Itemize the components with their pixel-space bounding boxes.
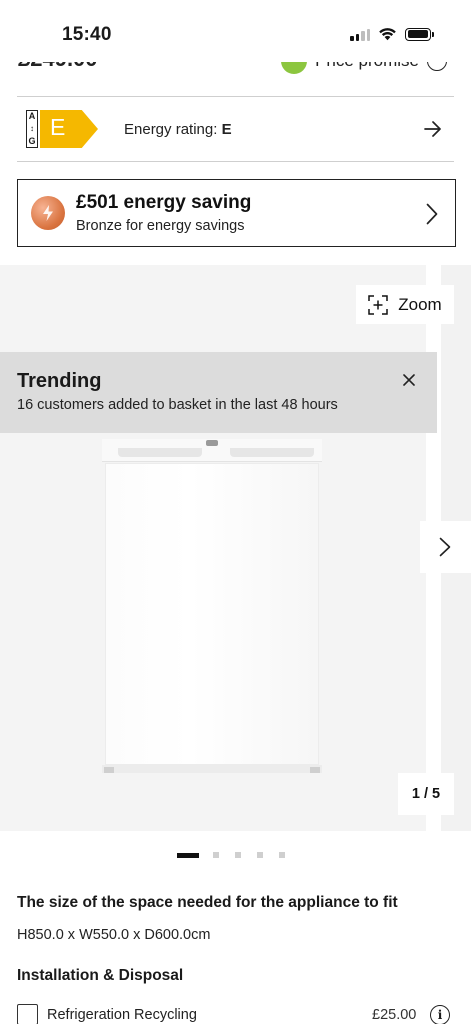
energy-rating-value: E <box>221 120 232 138</box>
energy-rating-row[interactable]: A ↕ G E Energy rating: E <box>17 97 454 161</box>
energy-scale: A ↕ G <box>26 110 38 148</box>
zoom-icon <box>368 294 389 315</box>
pagination-dot-2[interactable] <box>213 852 219 858</box>
pagination-dot-1[interactable] <box>177 852 199 858</box>
energy-saving-text: £501 energy saving Bronze for energy sav… <box>76 192 251 234</box>
image-counter: 1 / 5 <box>398 773 454 815</box>
arrow-right-icon[interactable] <box>424 119 442 139</box>
energy-rating-caption: Energy rating: <box>124 120 222 138</box>
recycling-checkbox[interactable] <box>17 1004 38 1024</box>
energy-saving-subtitle: Bronze for energy savings <box>76 218 245 234</box>
trending-message: 16 customers added to basket in the last… <box>17 397 338 413</box>
appliance-size-title: The size of the space needed for the app… <box>17 894 398 911</box>
zoom-button[interactable]: Zoom <box>356 285 454 324</box>
lightning-bolt-icon <box>31 196 65 230</box>
gallery-pagination <box>177 852 285 858</box>
battery-icon <box>405 27 434 41</box>
close-icon[interactable] <box>400 371 418 389</box>
trending-title: Trending <box>17 370 102 392</box>
energy-rating-text: Energy rating: E <box>124 121 232 138</box>
energy-saving-card[interactable]: £501 energy saving Bronze for energy sav… <box>17 179 456 247</box>
status-time: 15:40 <box>62 24 112 45</box>
info-icon[interactable]: i <box>430 1005 450 1024</box>
energy-scale-top: A <box>28 111 36 121</box>
chevron-right-icon <box>439 537 451 557</box>
trending-banner: Trending 16 customers added to basket in… <box>0 352 437 433</box>
chevron-right-icon[interactable] <box>426 203 438 225</box>
zoom-label: Zoom <box>398 294 442 314</box>
installation-option-row[interactable]: Refrigeration Recycling £25.00 i <box>17 1004 454 1024</box>
installation-title: Installation & Disposal <box>17 967 184 984</box>
energy-saving-title: £501 energy saving <box>76 192 252 213</box>
status-icons <box>350 27 434 41</box>
pagination-dot-3[interactable] <box>235 852 241 858</box>
installation-option-label: Refrigeration Recycling <box>47 1007 197 1023</box>
next-image-button[interactable] <box>420 521 471 573</box>
wifi-icon <box>379 28 396 41</box>
brand-logo <box>206 440 218 446</box>
energy-scale-bottom: G <box>28 136 36 146</box>
appliance-dimensions: H850.0 x W550.0 x D600.0cm <box>17 927 211 943</box>
installation-option-price: £25.00 <box>372 1007 417 1023</box>
energy-rating-label: A ↕ G E <box>26 110 98 148</box>
product-image[interactable] <box>102 439 322 774</box>
scale-arrow-icon: ↕ <box>30 124 34 133</box>
pagination-dot-5[interactable] <box>279 852 285 858</box>
status-bar: 15:40 <box>0 0 471 62</box>
pagination-dot-4[interactable] <box>257 852 263 858</box>
product-gallery[interactable]: Zoom Trending 16 customers added to bask… <box>0 265 471 831</box>
cellular-signal-icon <box>350 27 370 41</box>
energy-rating-badge: E <box>40 110 98 148</box>
energy-rating-letter: E <box>50 114 66 140</box>
divider <box>17 161 454 162</box>
